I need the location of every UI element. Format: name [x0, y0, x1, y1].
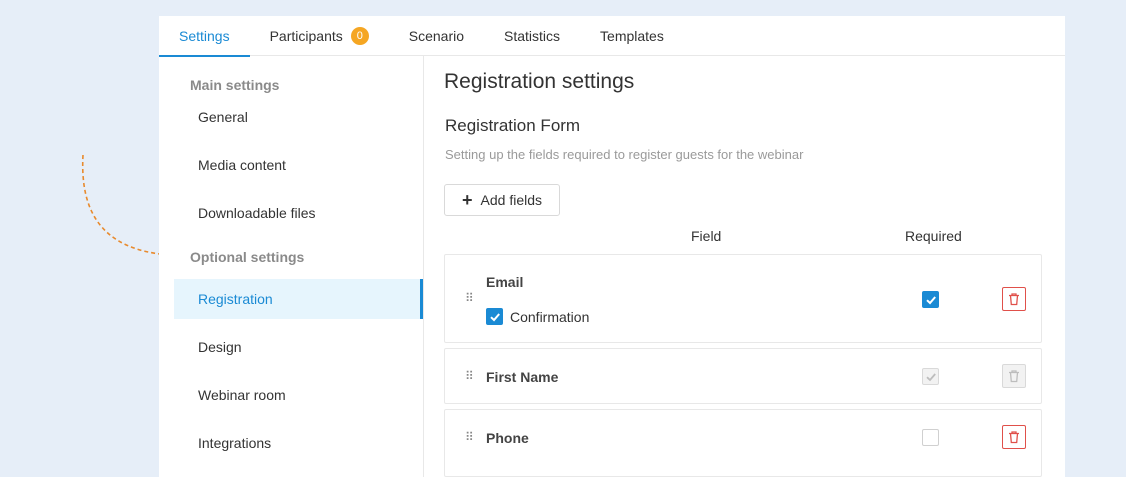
sidebar-item-downloadable-files[interactable]: Downloadable files — [174, 193, 423, 233]
tab-statistics[interactable]: Statistics — [484, 16, 580, 56]
required-checkbox[interactable] — [922, 429, 939, 446]
sidebar-item-registration[interactable]: Registration — [174, 279, 423, 319]
registration-content: Registration settings Registration Form … — [444, 56, 1042, 477]
tab-label: Settings — [179, 28, 230, 44]
drag-handle-icon[interactable]: ⠿ — [465, 291, 474, 305]
field-row-first-name: ⠿ First Name — [444, 348, 1042, 404]
check-icon — [489, 312, 500, 321]
main-settings-heading: Main settings — [190, 77, 280, 93]
delete-field-button[interactable] — [1002, 425, 1026, 449]
settings-sidebar: Main settings General Media content Down… — [159, 56, 424, 477]
tab-label: Scenario — [408, 28, 465, 44]
tab-scenario[interactable]: Scenario — [389, 16, 484, 56]
check-icon — [925, 295, 936, 304]
tab-participants[interactable]: Participants 0 — [250, 16, 389, 56]
delete-field-button — [1002, 364, 1026, 388]
trash-icon — [1009, 293, 1019, 306]
field-name: First Name — [486, 369, 559, 385]
page-title: Registration settings — [444, 70, 635, 93]
tab-label: Participants — [269, 28, 343, 44]
section-description: Setting up the fields required to regist… — [445, 147, 804, 162]
field-row-phone: ⠿ Phone — [444, 409, 1042, 477]
tab-bar: Settings Participants 0 Scenario Statist… — [159, 16, 1065, 57]
column-header-required: Required — [905, 228, 962, 244]
required-checkbox[interactable] — [922, 291, 939, 308]
sidebar-item-media-content[interactable]: Media content — [174, 145, 423, 185]
tab-templates[interactable]: Templates — [580, 16, 684, 56]
field-name: Email — [486, 274, 524, 290]
add-fields-label: Add fields — [480, 192, 542, 208]
trash-icon — [1009, 370, 1019, 383]
sidebar-item-integrations[interactable]: Integrations — [174, 423, 423, 463]
add-fields-button[interactable]: + Add fields — [444, 184, 560, 216]
drag-handle-icon[interactable]: ⠿ — [465, 430, 474, 444]
tab-settings[interactable]: Settings — [159, 16, 250, 57]
confirmation-label: Confirmation — [510, 309, 590, 325]
required-checkbox — [922, 368, 939, 385]
section-title: Registration Form — [445, 116, 581, 135]
settings-panel: Settings Participants 0 Scenario Statist… — [159, 16, 1065, 477]
sidebar-item-webinar-room[interactable]: Webinar room — [174, 375, 423, 415]
field-name: Phone — [486, 430, 529, 446]
optional-settings-heading: Optional settings — [190, 249, 305, 265]
check-icon — [925, 372, 936, 381]
sidebar-item-general[interactable]: General — [174, 97, 423, 137]
participants-count-badge: 0 — [350, 27, 369, 45]
plus-icon: + — [462, 190, 473, 210]
trash-icon — [1009, 431, 1019, 444]
confirmation-checkbox[interactable] — [486, 308, 503, 325]
field-row-email: ⠿ Email Confirmation — [444, 254, 1042, 343]
tab-label: Templates — [600, 28, 664, 44]
column-header-field: Field — [691, 228, 722, 244]
delete-field-button[interactable] — [1002, 287, 1026, 311]
sidebar-item-design[interactable]: Design — [174, 327, 423, 367]
tab-label: Statistics — [504, 28, 561, 44]
drag-handle-icon[interactable]: ⠿ — [465, 369, 474, 383]
